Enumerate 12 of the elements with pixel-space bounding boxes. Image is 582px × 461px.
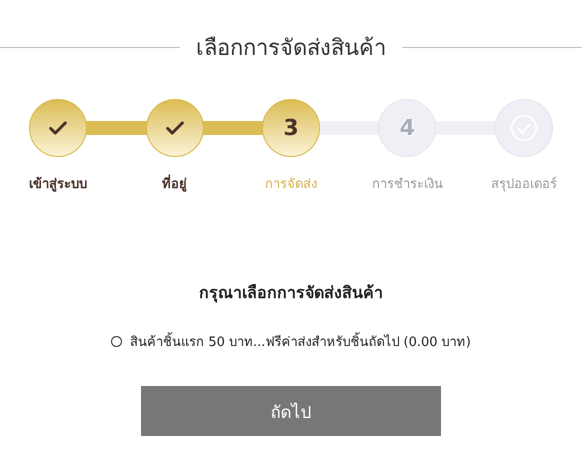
- step-label: ที่อยู่: [162, 173, 188, 194]
- option-label: สินค้าชิ้นแรก 50 บาท...ฟรีค่าส่งสำหรับชิ้นถัดไป (0.00 บาท): [130, 331, 471, 352]
- step-label: การจัดส่ง: [265, 176, 318, 194]
- page-title: เลือกการจัดส่งสินค้า: [196, 35, 386, 63]
- step-label: เข้าสู่ระบบ: [29, 176, 88, 194]
- step-label: สรุปออเดอร์: [490, 176, 557, 194]
- step-label: การชำระเงิน: [372, 176, 443, 194]
- radio-button[interactable]: [111, 336, 122, 347]
- step-circle: 4: [378, 99, 436, 157]
- step-circle: 3: [262, 99, 320, 157]
- next-button[interactable]: ถัดไป: [141, 386, 441, 436]
- section-heading: กรุณาเลือกการจัดส่งสินค้า: [199, 282, 383, 304]
